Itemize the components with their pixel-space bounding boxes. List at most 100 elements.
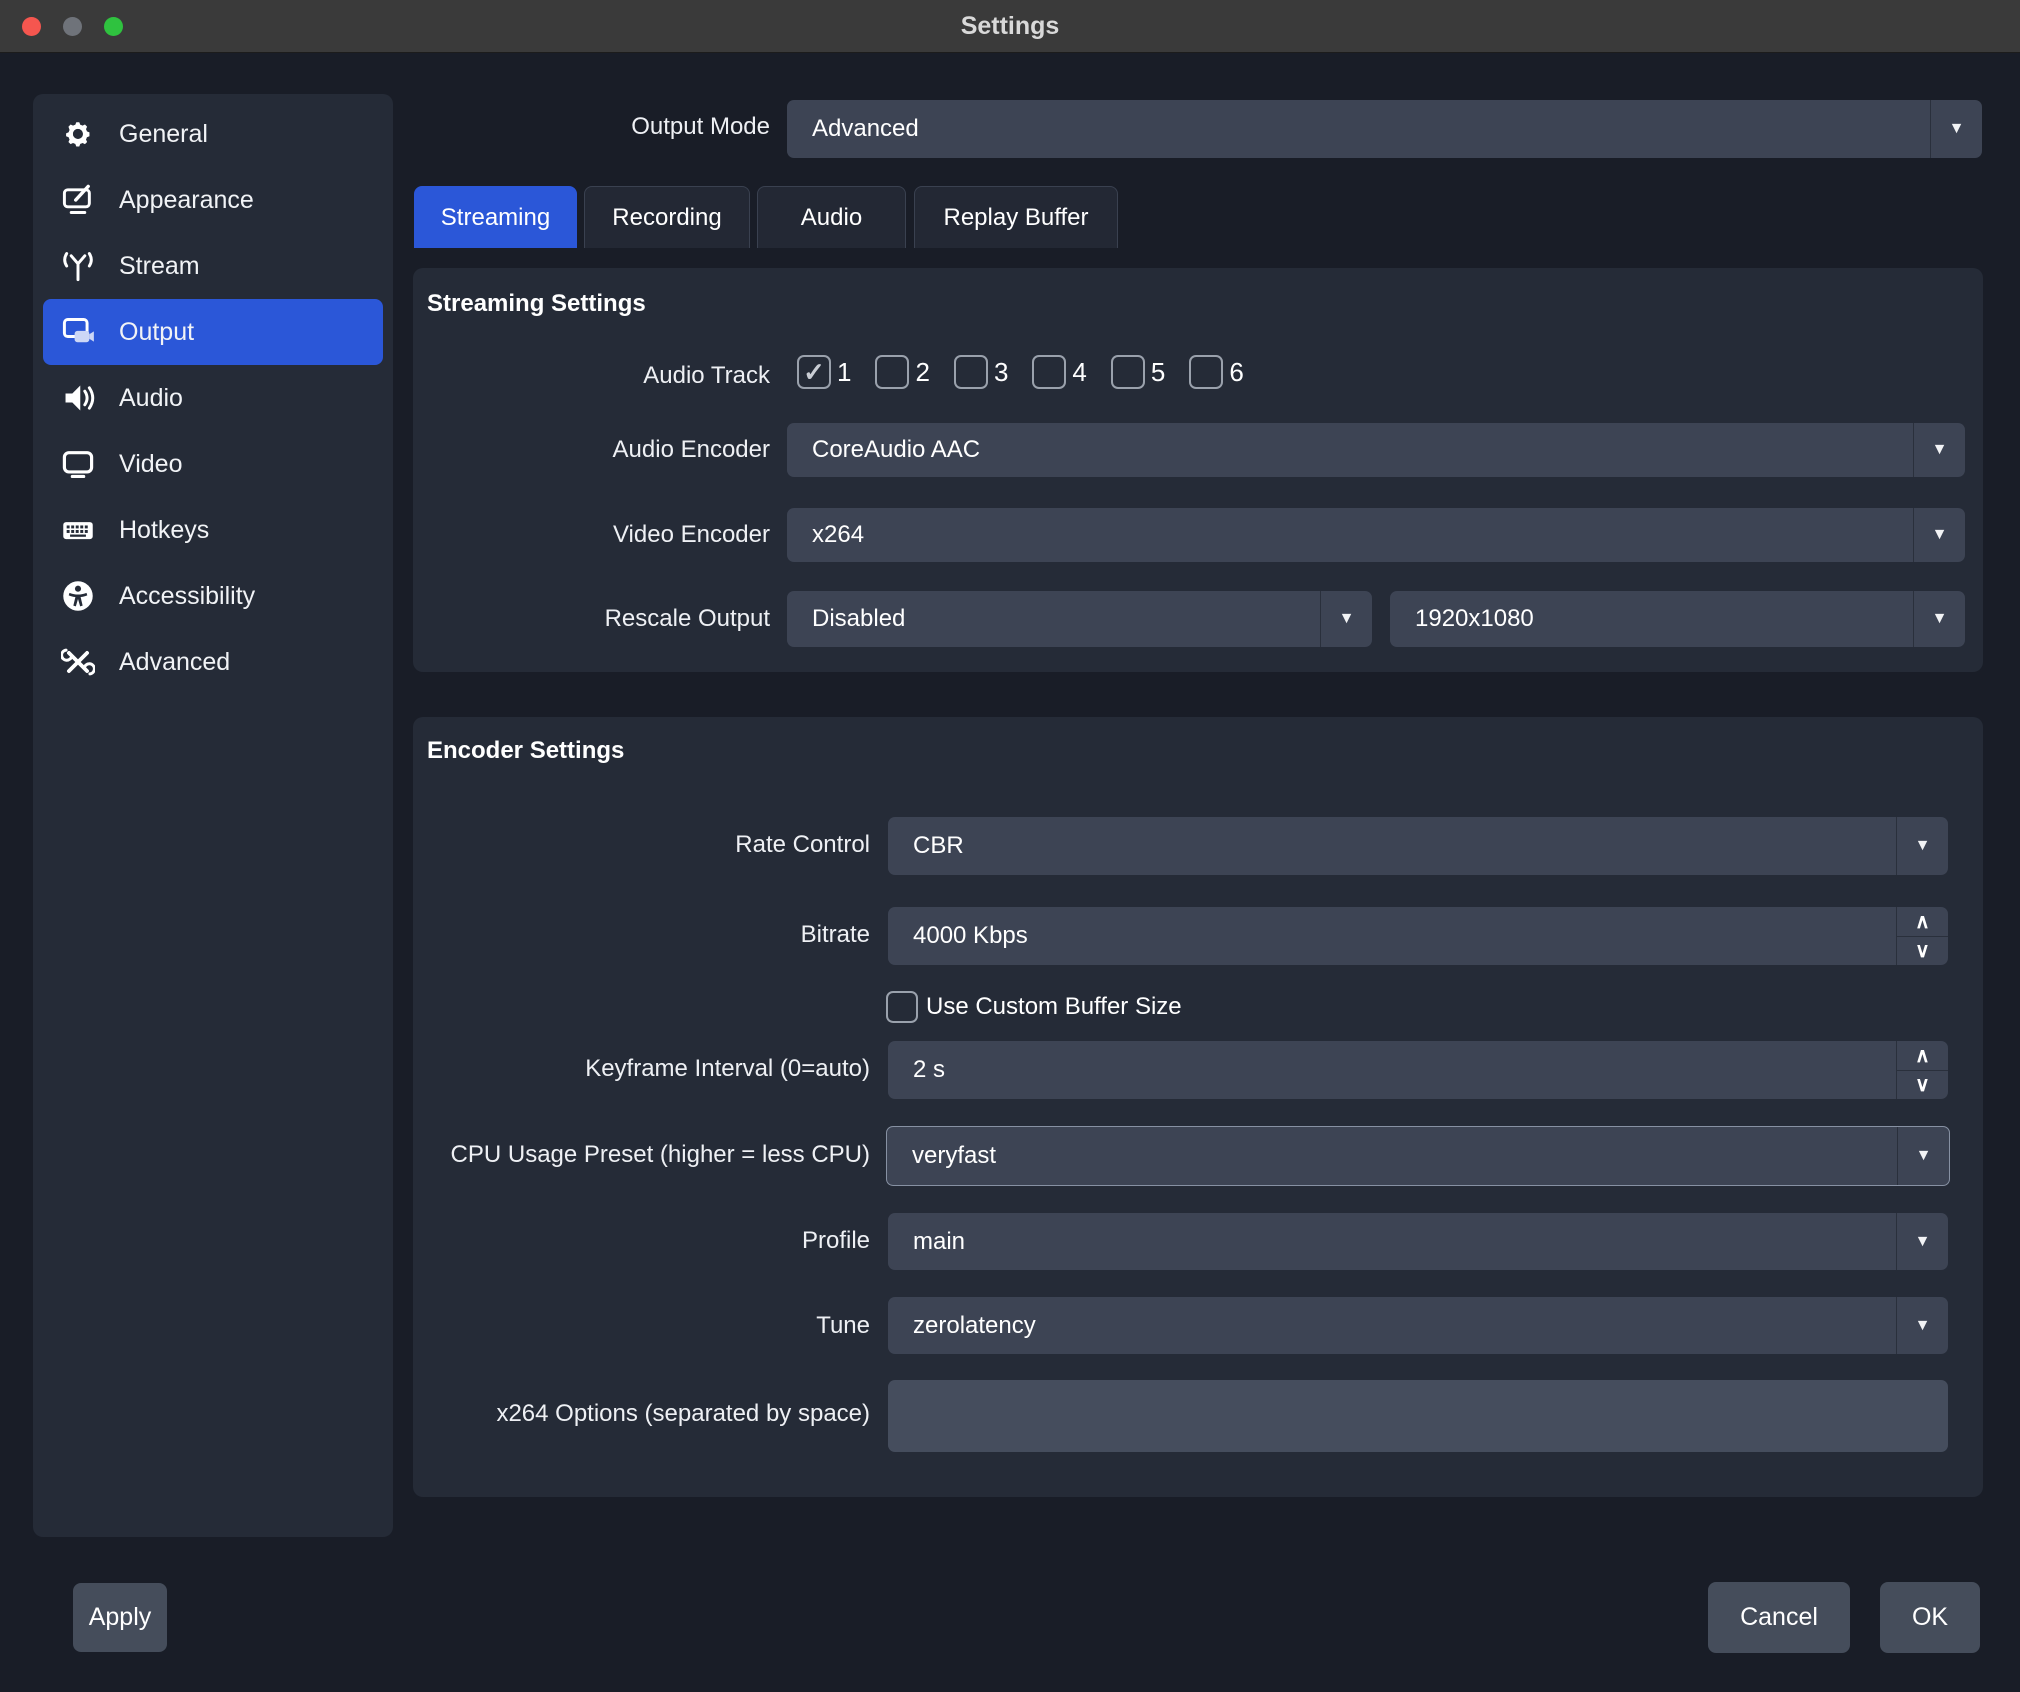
titlebar[interactable]: Settings [0,0,2020,53]
tune-select[interactable]: zerolatency ▼ [888,1297,1948,1354]
tune-label: Tune [0,1312,870,1340]
sidebar-item-stream[interactable]: Stream [43,233,383,299]
output-mode-label: Output Mode [0,113,770,141]
spinner-down-icon[interactable]: ∨ [1897,937,1948,966]
zoom-window-button[interactable] [104,17,123,36]
chevron-down-icon[interactable]: ▼ [1913,423,1965,477]
checkbox-label: 5 [1151,357,1165,388]
tab-streaming[interactable]: Streaming [414,186,577,248]
video-encoder-select[interactable]: x264 ▼ [787,508,1965,562]
checkbox-label: 1 [837,357,851,388]
sidebar-item-appearance[interactable]: Appearance [43,167,383,233]
tab-recording[interactable]: Recording [584,186,750,248]
cpu-usage-preset-select[interactable]: veryfast ▼ [886,1126,1950,1186]
chevron-down-icon[interactable]: ▼ [1320,591,1372,647]
checkbox-checked[interactable]: ✓ [797,355,831,389]
traffic-lights [22,0,123,53]
minimize-window-button[interactable] [63,17,82,36]
audio-track-5[interactable]: 5 [1111,355,1165,389]
checkbox[interactable] [1111,355,1145,389]
sidebar-item-label: Advanced [119,648,230,677]
chevron-down-icon[interactable]: ▼ [1896,817,1948,875]
cancel-button[interactable]: Cancel [1708,1582,1850,1653]
cpu-usage-preset-value: veryfast [887,1142,996,1170]
spinner-buttons: ∧∨ [1896,1041,1948,1099]
x264-options-input[interactable] [888,1380,1948,1452]
cancel-button-label: Cancel [1740,1603,1818,1632]
output-icon [59,313,97,351]
sidebar-item-label: Appearance [119,186,254,215]
sidebar-item-label: Stream [119,252,200,281]
checkbox-label: 6 [1229,357,1243,388]
checkbox[interactable] [886,991,918,1023]
checkbox[interactable] [1032,355,1066,389]
keyframe-interval-value: 2 s [888,1056,945,1084]
video-encoder-value: x264 [787,521,864,549]
spinner-down-icon[interactable]: ∨ [1897,1071,1948,1100]
rate-control-value: CBR [888,832,964,860]
spinner-up-icon[interactable]: ∧ [1897,907,1948,937]
tab-audio[interactable]: Audio [757,186,906,248]
audio-track-4[interactable]: 4 [1032,355,1086,389]
chevron-down-icon[interactable]: ▼ [1913,508,1965,562]
apply-button[interactable]: Apply [73,1583,167,1652]
bitrate-value: 4000 Kbps [888,922,1028,950]
checkbox-label: 2 [915,357,929,388]
audio-encoder-select[interactable]: CoreAudio AAC ▼ [787,423,1965,477]
checkbox[interactable] [954,355,988,389]
streaming-settings-title: Streaming Settings [427,290,646,318]
audio-track-6[interactable]: 6 [1189,355,1243,389]
close-window-button[interactable] [22,17,41,36]
rate-control-label: Rate Control [0,831,870,859]
tune-value: zerolatency [888,1312,1036,1340]
tab-replay-buffer[interactable]: Replay Buffer [914,186,1118,248]
audio-track-2[interactable]: 2 [875,355,929,389]
audio-encoder-value: CoreAudio AAC [787,436,980,464]
video-encoder-label: Video Encoder [0,521,770,549]
bitrate-label: Bitrate [0,921,870,949]
checkbox-label: 3 [994,357,1008,388]
audio-track-checkboxes: ✓1 2 3 4 5 6 [797,355,1268,389]
apply-button-label: Apply [89,1603,152,1632]
checkbox-label: 4 [1072,357,1086,388]
rescale-output-select[interactable]: Disabled ▼ [787,591,1372,647]
audio-track-1[interactable]: ✓1 [797,355,851,389]
advanced-icon [59,643,97,681]
profile-label: Profile [0,1227,870,1255]
appearance-icon [59,181,97,219]
sidebar-item-label: Output [119,318,194,347]
use-custom-buffer-size-checkbox[interactable]: Use Custom Buffer Size [886,991,1182,1023]
stream-icon [59,247,97,285]
sidebar-item-advanced[interactable]: Advanced [43,629,383,695]
cpu-usage-preset-label: CPU Usage Preset (higher = less CPU) [0,1141,870,1169]
profile-value: main [888,1228,965,1256]
tab-label: Streaming [441,204,550,232]
window-title: Settings [961,12,1060,41]
spinner-up-icon[interactable]: ∧ [1897,1041,1948,1071]
rate-control-select[interactable]: CBR ▼ [888,817,1948,875]
checkbox[interactable] [1189,355,1223,389]
checkbox[interactable] [875,355,909,389]
use-custom-buffer-size-row: Use Custom Buffer Size [886,991,1182,1023]
chevron-down-icon[interactable]: ▼ [1913,591,1965,647]
sidebar-item-output[interactable]: Output [43,299,383,365]
output-mode-select[interactable]: Advanced ▼ [787,100,1982,158]
keyframe-interval-label: Keyframe Interval (0=auto) [0,1055,870,1083]
chevron-down-icon[interactable]: ▼ [1896,1297,1948,1354]
audio-track-3[interactable]: 3 [954,355,1008,389]
audio-track-label: Audio Track [0,362,770,390]
chevron-down-icon[interactable]: ▼ [1896,1213,1948,1270]
chevron-down-icon[interactable]: ▼ [1897,1127,1949,1185]
encoder-settings-title: Encoder Settings [427,737,624,765]
audio-encoder-label: Audio Encoder [0,436,770,464]
tab-label: Audio [801,204,862,232]
ok-button-label: OK [1912,1603,1948,1632]
bitrate-stepper[interactable]: 4000 Kbps ∧∨ [888,907,1948,965]
profile-select[interactable]: main ▼ [888,1213,1948,1270]
rescale-output-label: Rescale Output [0,605,770,633]
rescale-resolution-select[interactable]: 1920x1080 ▼ [1390,591,1965,647]
keyframe-interval-stepper[interactable]: 2 s ∧∨ [888,1041,1948,1099]
x264-options-label: x264 Options (separated by space) [0,1400,870,1428]
chevron-down-icon[interactable]: ▼ [1930,100,1982,158]
ok-button[interactable]: OK [1880,1582,1980,1653]
